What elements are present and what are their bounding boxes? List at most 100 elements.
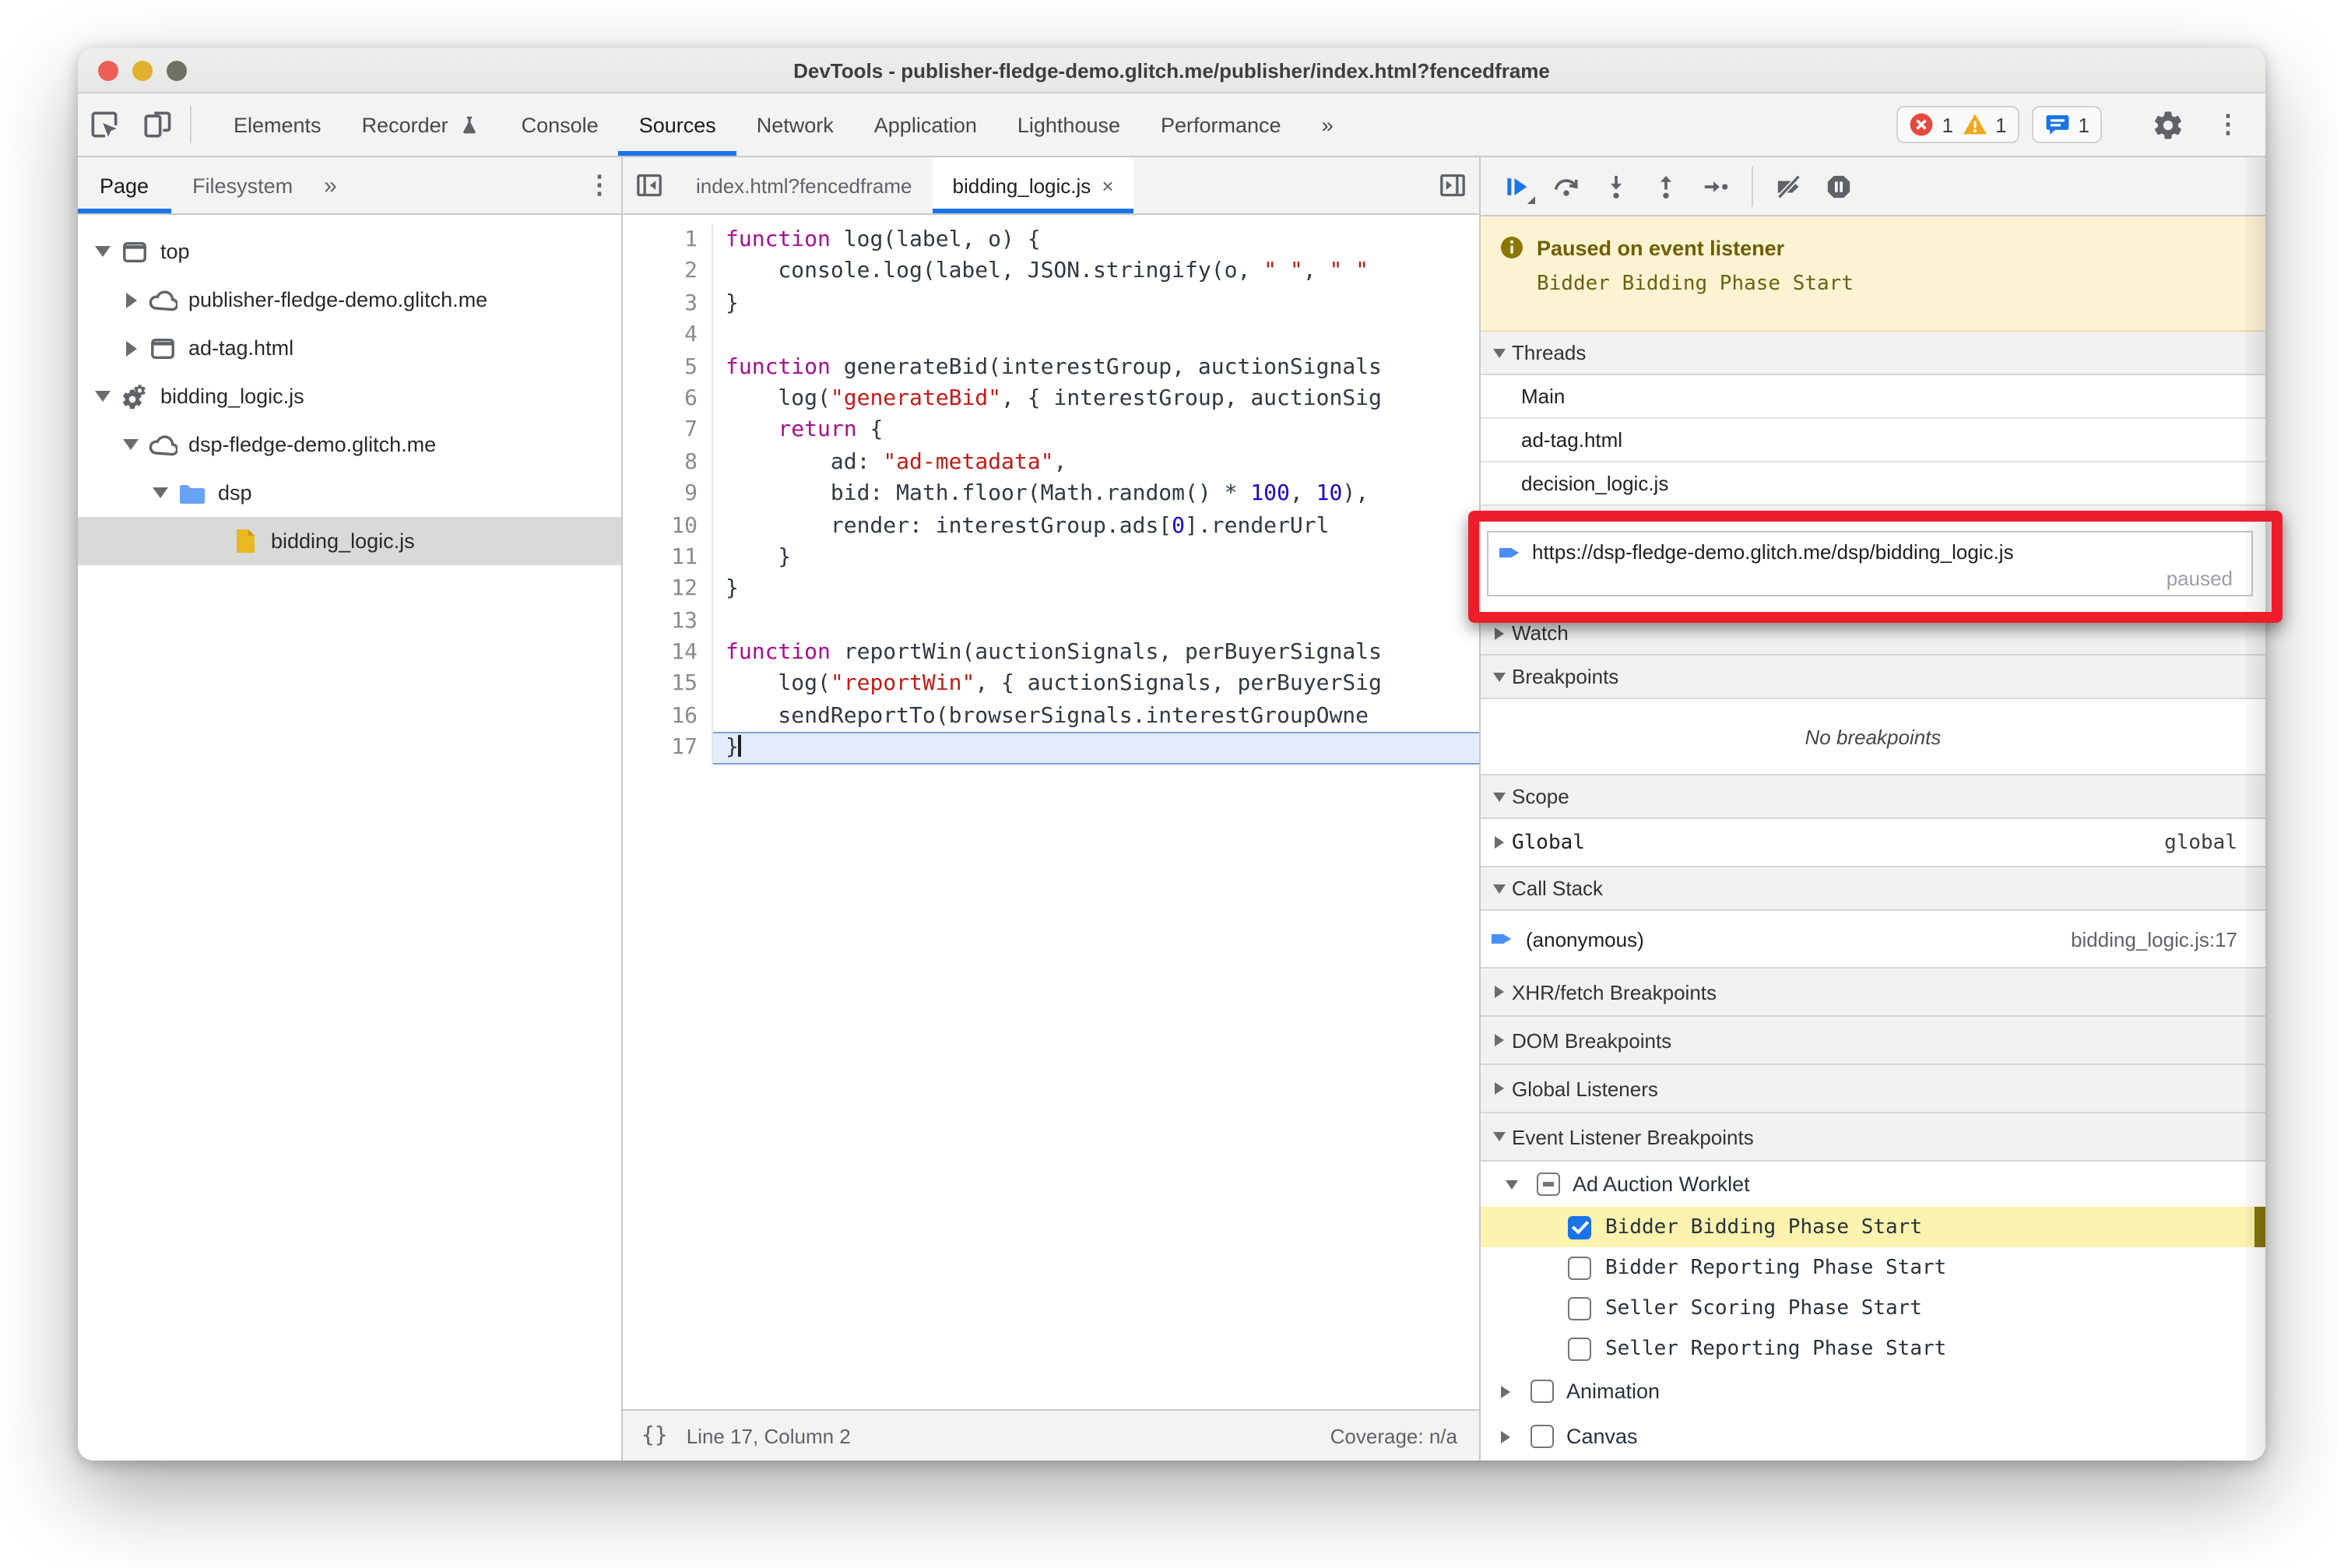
content-area: Page Filesystem » ⋮ top publisher-fledge-… — [78, 157, 2265, 1461]
step-over-icon[interactable] — [1543, 164, 1590, 208]
triangle-right-icon[interactable] — [1493, 1430, 1518, 1443]
breakpoint-seller-scoring-phase-start[interactable]: Seller Scoring Phase Start — [1481, 1288, 2265, 1328]
chevron-down-icon[interactable] — [148, 487, 173, 498]
pause-on-exceptions-icon[interactable] — [1815, 164, 1862, 208]
collapse-navigator-icon[interactable] — [623, 157, 676, 213]
line-number[interactable]: 6 — [623, 382, 713, 415]
code-area[interactable]: 1 function log(label, o) {2 console.log(l… — [623, 215, 1479, 1409]
pretty-print-icon[interactable]: {} — [623, 1423, 687, 1448]
inspect-element-icon[interactable] — [78, 93, 131, 156]
line-number[interactable]: 14 — [623, 637, 713, 669]
settings-gear-icon[interactable] — [2141, 108, 2194, 141]
breakpoint-bidder-bidding-phase-start[interactable]: Bidder Bidding Phase Start — [1481, 1207, 2265, 1247]
line-number[interactable]: 12 — [623, 573, 713, 606]
resume-script-icon[interactable] — [1493, 164, 1540, 208]
group-animation[interactable]: Animation — [1481, 1369, 2265, 1414]
tree-item-dsp-fledge-demo-glitch-me[interactable]: dsp-fledge-demo.glitch.me — [78, 420, 621, 469]
tab-application[interactable]: Application — [854, 93, 997, 156]
device-toolbar-icon[interactable] — [131, 93, 184, 156]
unchecked-checkbox[interactable] — [1568, 1256, 1591, 1279]
section-header-event-listener-breakpoints[interactable]: Event Listener Breakpoints — [1481, 1113, 2265, 1162]
tab-elements[interactable]: Elements — [213, 93, 342, 156]
issues-badge[interactable]: 1 — [2031, 106, 2102, 143]
thread-ad-tag-html[interactable]: ad-tag.html — [1481, 419, 2265, 462]
tree-item-publisher-fledge-demo-glitch-me[interactable]: publisher-fledge-demo.glitch.me — [78, 276, 621, 324]
line-number[interactable]: 11 — [623, 541, 713, 574]
section-header-breakpoints[interactable]: Breakpoints — [1481, 656, 2265, 699]
step-out-icon[interactable] — [1643, 164, 1689, 208]
indeterminate-checkbox[interactable] — [1537, 1172, 1560, 1196]
breakpoint-seller-reporting-phase-start[interactable]: Seller Reporting Phase Start — [1481, 1328, 2265, 1369]
line-number[interactable]: 3 — [623, 287, 713, 320]
line-number[interactable]: 8 — [623, 446, 713, 479]
more-options-icon[interactable]: ⋮ — [2206, 109, 2250, 140]
unchecked-checkbox[interactable] — [1530, 1425, 1554, 1448]
section-header-global-listeners[interactable]: Global Listeners — [1481, 1065, 2265, 1113]
line-number[interactable]: 2 — [623, 255, 713, 288]
scope-global-row[interactable]: Global global — [1481, 819, 2265, 867]
thread-paused[interactable]: https://dsp-fledge-demo.glitch.me/dsp/bi… — [1487, 531, 2253, 596]
show-debugger-sidebar-icon[interactable] — [1426, 157, 1479, 213]
line-number[interactable]: 10 — [623, 510, 713, 542]
unchecked-checkbox[interactable] — [1568, 1296, 1591, 1320]
tab-recorder[interactable]: Recorder — [342, 93, 501, 156]
line-number[interactable]: 17 — [623, 732, 713, 765]
section-header-threads[interactable]: Threads — [1481, 332, 2265, 375]
close-icon[interactable]: × — [1102, 174, 1113, 197]
group-ad-auction-worklet[interactable]: Ad Auction Worklet — [1481, 1162, 2265, 1207]
line-number[interactable]: 16 — [623, 700, 713, 733]
line-number[interactable]: 4 — [623, 319, 713, 352]
section-header-scope[interactable]: Scope — [1481, 775, 2265, 819]
section-header-call-stack[interactable]: Call Stack — [1481, 867, 2265, 911]
tab-filesystem[interactable]: Filesystem — [170, 157, 315, 213]
line-number[interactable]: 7 — [623, 414, 713, 447]
tab-performance[interactable]: Performance — [1140, 93, 1302, 156]
deactivate-breakpoints-icon[interactable] — [1766, 164, 1812, 208]
tab-network[interactable]: Network — [736, 93, 854, 156]
thread-main[interactable]: Main — [1481, 375, 2265, 419]
call-stack-frame[interactable]: (anonymous) bidding_logic.js:17 — [1481, 911, 2265, 969]
line-number[interactable]: 9 — [623, 478, 713, 511]
tree-item-dsp[interactable]: dsp — [78, 469, 621, 517]
section-header-watch[interactable]: Watch — [1481, 612, 2265, 656]
chevron-right-icon[interactable] — [118, 340, 143, 356]
chevron-down-icon[interactable] — [90, 391, 115, 402]
unchecked-checkbox[interactable] — [1568, 1337, 1591, 1360]
tab-console[interactable]: Console — [501, 93, 619, 156]
errors-warnings-badge[interactable]: 1 1 — [1896, 106, 2019, 143]
triangle-right-icon[interactable] — [1487, 836, 1512, 849]
tab-lighthouse[interactable]: Lighthouse — [997, 93, 1140, 156]
thread-decision-logic-js[interactable]: decision_logic.js — [1481, 462, 2265, 506]
more-panels-chevron[interactable]: » — [1302, 93, 1354, 156]
tree-item-ad-tag-html[interactable]: ad-tag.html — [78, 324, 621, 372]
chevron-right-icon[interactable] — [118, 292, 143, 308]
line-number[interactable]: 1 — [623, 224, 713, 256]
group-canvas[interactable]: Canvas — [1481, 1414, 2265, 1459]
tree-item-bidding-logic-js[interactable]: bidding_logic.js — [78, 517, 621, 565]
line-number[interactable]: 5 — [623, 351, 713, 383]
line-number[interactable]: 15 — [623, 668, 713, 701]
more-tabs-icon[interactable]: » — [315, 157, 346, 213]
editor-tab-index-html-fencedframe[interactable]: index.html?fencedframe — [676, 157, 933, 213]
tab-sources[interactable]: Sources — [618, 93, 736, 156]
editor-tab-bidding-logic-js[interactable]: bidding_logic.js × — [932, 157, 1134, 213]
section-header-dom-breakpoints[interactable]: DOM Breakpoints — [1481, 1017, 2265, 1065]
step-into-icon[interactable] — [1593, 164, 1639, 208]
section-header-xhr-fetch-breakpoints[interactable]: XHR/fetch Breakpoints — [1481, 969, 2265, 1017]
thread-paused-status: paused — [2166, 567, 2233, 590]
triangle-down-icon[interactable] — [1499, 1180, 1524, 1189]
unchecked-checkbox[interactable] — [1530, 1380, 1554, 1403]
chevron-down-icon[interactable] — [118, 439, 143, 450]
issues-count: 1 — [2078, 113, 2089, 136]
triangle-right-icon[interactable] — [1493, 1385, 1518, 1397]
scrollbar-track[interactable] — [2245, 157, 2265, 1461]
checked-checkbox[interactable] — [1568, 1215, 1591, 1239]
navigator-more-icon[interactable]: ⋮ — [578, 157, 621, 213]
chevron-down-icon[interactable] — [90, 246, 115, 257]
breakpoint-bidder-reporting-phase-start[interactable]: Bidder Reporting Phase Start — [1481, 1247, 2265, 1288]
tree-item-top[interactable]: top — [78, 227, 621, 276]
step-icon[interactable] — [1692, 164, 1739, 208]
tab-page[interactable]: Page — [78, 157, 171, 213]
tree-item-bidding-logic-js[interactable]: bidding_logic.js — [78, 372, 621, 420]
line-number[interactable]: 13 — [623, 605, 713, 638]
